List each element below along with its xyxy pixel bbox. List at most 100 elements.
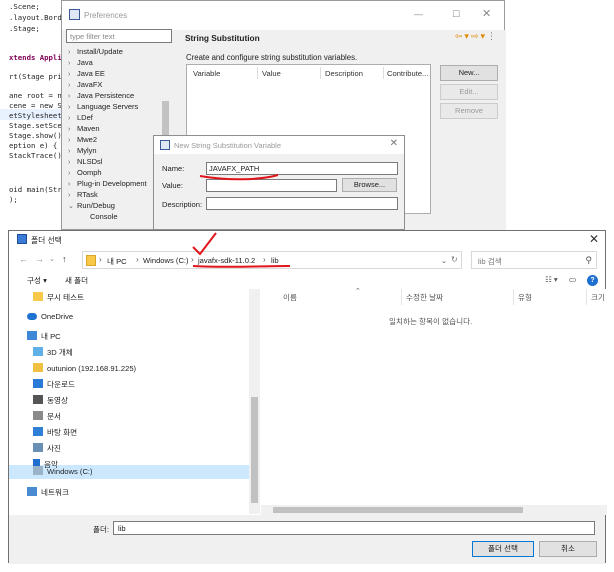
address-bar[interactable]: › 내 PC › Windows (C:) › javafx-sdk-11.0.… <box>82 251 462 269</box>
close-icon[interactable]: ✕ <box>589 232 599 246</box>
tree-item-rtask[interactable]: › RTask <box>68 190 98 199</box>
breadcrumb-javafx-sdk[interactable]: javafx-sdk-11.0.2 <box>198 256 255 265</box>
tree-item-label: Mwe2 <box>77 135 98 144</box>
column-header-description[interactable]: Description <box>325 69 363 78</box>
cancel-button[interactable]: 취소 <box>539 541 597 557</box>
nav-item-onedrive[interactable]: OneDrive <box>27 309 73 325</box>
chevron-right-icon: › <box>68 71 71 78</box>
computer-icon <box>27 331 37 340</box>
new-folder-button[interactable]: 새 폴더 <box>65 275 88 286</box>
tree-item-label: Mylyn <box>77 146 97 155</box>
tree-item-java-persistence[interactable]: › Java Persistence <box>68 91 134 100</box>
nav-item-desktop[interactable]: 바탕 화면 <box>33 425 77 441</box>
tree-item-mylyn[interactable]: › Mylyn <box>68 146 97 155</box>
code-line: .Scene; <box>9 2 40 11</box>
name-field[interactable]: JAVAFX_PATH <box>206 162 398 175</box>
select-folder-button[interactable]: 폴더 선택 <box>472 541 534 557</box>
edit-button[interactable]: Edit... <box>440 84 498 100</box>
description-field[interactable] <box>206 197 398 210</box>
column-header-value[interactable]: Value <box>262 69 281 78</box>
view-options-icon[interactable]: ☷ ▾ <box>545 275 558 284</box>
help-icon[interactable]: ? <box>587 275 598 286</box>
minimize-icon[interactable]: — <box>414 9 423 19</box>
tree-item-oomph[interactable]: › Oomph <box>68 168 102 177</box>
nav-item-3d-objects[interactable]: 3D 개체 <box>33 345 73 361</box>
eclipse-app-icon <box>69 9 80 20</box>
tree-item-run-debug[interactable]: ⌄ Run/Debug <box>68 201 115 210</box>
folder-field[interactable]: lib <box>113 521 595 535</box>
column-header-type[interactable]: 유형 <box>518 292 532 303</box>
pane-icon[interactable]: ▭ <box>569 275 576 284</box>
chevron-right-icon: › <box>68 93 71 100</box>
tree-item-nlsdsl[interactable]: › NLSDsl <box>68 157 102 166</box>
recent-dropdown-icon[interactable]: ⌄ <box>49 255 55 263</box>
remove-button[interactable]: Remove <box>440 103 498 119</box>
nav-item-videos[interactable]: 동영상 <box>33 393 68 409</box>
tree-item-javafx[interactable]: › JavaFX <box>68 80 102 89</box>
nav-arrows-icon[interactable]: ⇦▾⇨▾⋮ <box>455 31 498 42</box>
maximize-icon[interactable]: ☐ <box>452 9 460 20</box>
nav-item-label: 동영상 <box>47 396 68 405</box>
navigation-scrollbar-thumb[interactable] <box>251 397 258 503</box>
tree-item-install-update[interactable]: › Install/Update <box>68 47 123 56</box>
new-button[interactable]: New... <box>440 65 498 81</box>
organize-button[interactable]: 구성 ▾ <box>27 275 47 286</box>
column-divider <box>513 289 514 305</box>
tree-item-maven[interactable]: › Maven <box>68 124 100 133</box>
chevron-right-icon: › <box>68 60 71 67</box>
new-variable-dialog: New String Substitution Variable ✕ Name:… <box>153 135 405 230</box>
video-icon <box>33 395 43 404</box>
tree-item-ldef[interactable]: › LDef <box>68 113 93 122</box>
column-header-contributed[interactable]: Contribute... <box>387 69 428 78</box>
name-label: Name: <box>162 164 185 173</box>
nav-item-downloads[interactable]: 다운로드 <box>33 377 75 393</box>
tree-item-console[interactable]: Console <box>90 212 118 221</box>
page-title: String Substitution <box>185 33 260 43</box>
chevron-down-icon[interactable]: ⌄ <box>441 257 447 265</box>
nav-item-this-pc[interactable]: 내 PC <box>27 329 61 345</box>
column-header-date[interactable]: 수정한 날짜 <box>406 292 443 303</box>
value-field[interactable] <box>206 179 337 192</box>
forward-arrow-icon[interactable]: → <box>35 254 44 264</box>
nav-item-windows-c[interactable]: Windows (C:) <box>33 464 93 480</box>
tree-item-language-servers[interactable]: › Language Servers <box>68 102 138 111</box>
picture-icon <box>33 443 43 452</box>
column-header-name[interactable]: 이름 <box>283 292 297 303</box>
file-list-scrollbar-thumb[interactable] <box>273 507 523 513</box>
chevron-right-icon: › <box>68 170 71 177</box>
nav-item-documents[interactable]: 문서 <box>33 409 61 425</box>
tree-item-label: Java Persistence <box>77 91 135 100</box>
close-icon[interactable]: ✕ <box>390 138 398 149</box>
tree-item-mwe2[interactable]: › Mwe2 <box>68 135 97 144</box>
code-line: oid main(Str <box>9 185 62 194</box>
code-line: StackTrace() <box>9 151 62 160</box>
breadcrumb-windows-c[interactable]: Windows (C:) <box>143 256 189 265</box>
nav-item-outunion[interactable]: outunion (192.168.91.225) <box>33 361 136 377</box>
nav-item-label: 무시 테스트 <box>47 293 85 302</box>
browse-button[interactable]: Browse... <box>342 178 397 192</box>
nav-item-network[interactable]: 네트워크 <box>27 485 69 501</box>
tree-item-java[interactable]: › Java <box>68 58 93 67</box>
filter-input[interactable]: type filter text <box>66 29 172 43</box>
close-icon[interactable]: ✕ <box>482 7 491 20</box>
nav-item-quick-test[interactable]: 무시 테스트 <box>33 290 84 306</box>
back-arrow-icon[interactable]: ← <box>19 254 28 264</box>
file-list: 이름 ⌃ 수정한 날짜 유형 크기 일치하는 항목이 없습니다. <box>261 288 607 514</box>
tree-item-plugin-development[interactable]: › Plug-in Development <box>68 179 147 188</box>
column-header-variable[interactable]: Variable <box>193 69 220 78</box>
chevron-right-icon: › <box>68 126 71 133</box>
folder-picker-title: 폴더 선택 <box>31 236 62 245</box>
nav-item-pictures[interactable]: 사진 <box>33 441 61 457</box>
breadcrumb-lib[interactable]: lib <box>271 256 279 265</box>
breadcrumb-this-pc[interactable]: 내 PC <box>107 256 127 267</box>
tree-item-java-ee[interactable]: › Java EE <box>68 69 105 78</box>
search-input[interactable]: lib 검색 ⚲ <box>471 251 597 269</box>
description-label: Description: <box>162 200 203 209</box>
nav-item-label: 3D 개체 <box>47 348 73 357</box>
chevron-right-icon: › <box>68 49 71 56</box>
refresh-icon[interactable]: ↻ <box>451 255 458 264</box>
up-arrow-icon[interactable]: ↑ <box>62 254 67 264</box>
nav-item-label: 다운로드 <box>47 380 75 389</box>
column-header-size[interactable]: 크기 <box>591 292 605 303</box>
code-line: ); <box>9 195 18 204</box>
